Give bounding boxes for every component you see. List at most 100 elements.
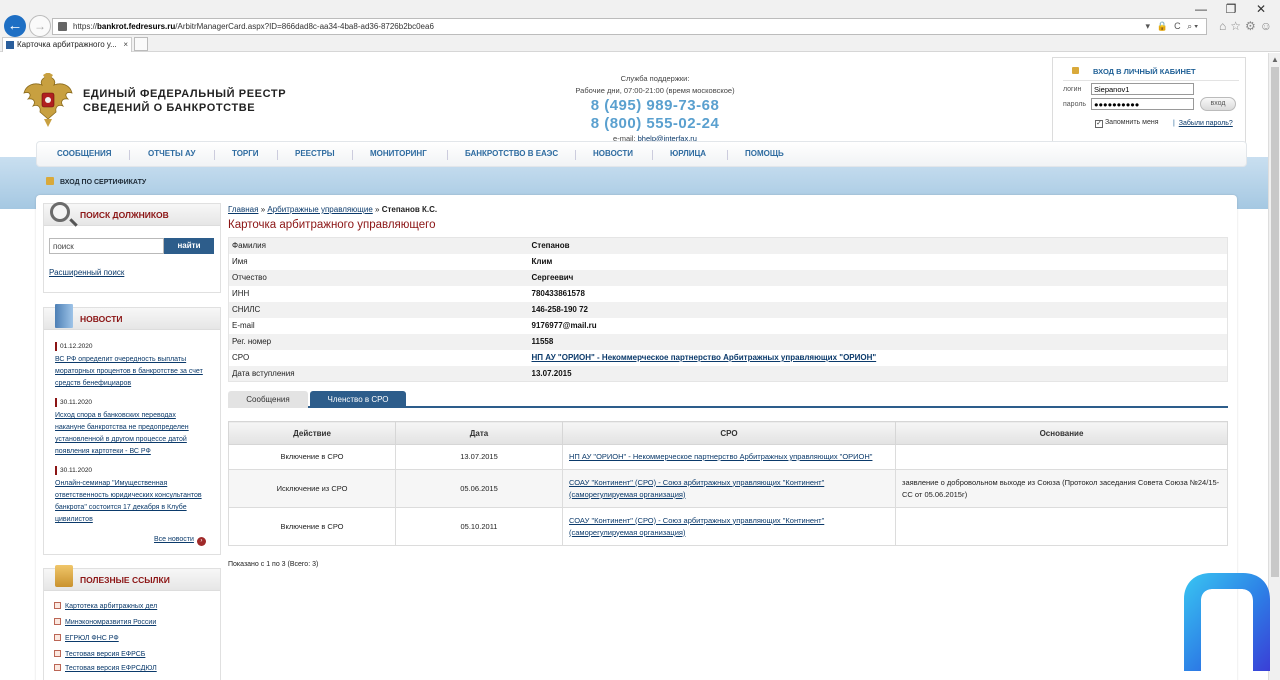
menu-messages[interactable]: СООБЩЕНИЯ bbox=[57, 149, 112, 158]
window-controls: — ❐ ✕ bbox=[1186, 2, 1276, 16]
scrollbar-thumb[interactable] bbox=[1271, 67, 1279, 577]
password-input[interactable] bbox=[1091, 98, 1194, 110]
url-text: https://bankrot.fedresurs.ru/ArbitrManag… bbox=[73, 22, 434, 31]
news-date: 01.12.2020 bbox=[55, 342, 205, 351]
menu-help[interactable]: ПОМОЩЬ bbox=[745, 149, 784, 158]
menu-divider bbox=[352, 150, 353, 160]
table-row: Включение в СРО 13.07.2015 НП АУ "ОРИОН"… bbox=[228, 444, 1228, 470]
menu-divider bbox=[652, 150, 653, 160]
widget-header: ПОИСК ДОЛЖНИКОВ bbox=[44, 202, 220, 226]
news-item: 30.11.2020 Исход спора в банковских пере… bbox=[55, 398, 205, 458]
external-link-icon bbox=[54, 664, 61, 671]
news-widget: НОВОСТИ 01.12.2020 ВС РФ определит очере… bbox=[43, 304, 221, 555]
news-date: 30.11.2020 bbox=[55, 466, 205, 475]
menu-monitoring[interactable]: МОНИТОРИНГ bbox=[370, 149, 427, 158]
menu-auctions[interactable]: ТОРГИ bbox=[232, 149, 259, 158]
news-item: 30.11.2020 Онлайн-семинар "Имущественная… bbox=[55, 466, 205, 526]
menu-registries[interactable]: РЕЕСТРЫ bbox=[295, 149, 335, 158]
breadcrumb-section[interactable]: Арбитражные управляющие bbox=[267, 205, 372, 214]
checkbox-checked-icon[interactable]: ✓ bbox=[1095, 120, 1103, 128]
news-item: 01.12.2020 ВС РФ определит очередность в… bbox=[55, 342, 205, 390]
browser-chrome: ← → https://bankrot.fedresurs.ru/ArbitrM… bbox=[0, 0, 1280, 52]
info-value: НП АУ "ОРИОН" - Некоммерческое партнерст… bbox=[529, 350, 1228, 366]
login-input[interactable] bbox=[1091, 83, 1194, 95]
breadcrumb-separator: » bbox=[375, 205, 380, 214]
cell-action: Исключение из СРО bbox=[228, 469, 396, 508]
sro-link[interactable]: СОАУ "Континент" (СРО) - Союз арбитражны… bbox=[569, 516, 824, 537]
useful-link-item: Тестовая версия ЕФРСДЮЛ bbox=[54, 664, 157, 672]
close-window-button[interactable]: ✕ bbox=[1246, 2, 1276, 16]
all-news-link[interactable]: Все новости › bbox=[154, 536, 206, 546]
breadcrumb-home[interactable]: Главная bbox=[228, 205, 258, 214]
main-panel: ПОИСК ДОЛЖНИКОВ найти Расширенный поиск … bbox=[36, 195, 1237, 680]
cell-reason: заявление о добровольном выходе из Союза… bbox=[895, 469, 1228, 508]
info-value: 9176977@mail.ru bbox=[531, 321, 597, 330]
widget-header: ПОЛЕЗНЫЕ ССЫЛКИ bbox=[44, 565, 220, 591]
menu-au-reports[interactable]: ОТЧЕТЫ АУ bbox=[148, 149, 195, 158]
password-label: пароль bbox=[1063, 101, 1087, 108]
address-tools[interactable]: ▾ 🔒 C ⌕▾ bbox=[1145, 19, 1200, 34]
info-row: E-mail 9176977@mail.ru bbox=[229, 318, 1228, 334]
menu-news[interactable]: НОВОСТИ bbox=[593, 149, 633, 158]
coat-of-arms-icon bbox=[23, 73, 73, 127]
sro-link[interactable]: НП АУ "ОРИОН" - Некоммерческое партнерст… bbox=[532, 353, 877, 362]
cell-date: 05.10.2011 bbox=[395, 507, 563, 546]
sro-membership-table: Действие Дата СРО Основание Включение в … bbox=[228, 421, 1228, 546]
tab-sro-membership[interactable]: Членство в СРО bbox=[310, 391, 406, 408]
useful-link[interactable]: Картотека арбитражных дел bbox=[65, 603, 157, 610]
support-label: Служба поддержки: bbox=[620, 74, 690, 83]
breadcrumb: Главная » Арбитражные управляющие » Степ… bbox=[228, 205, 437, 214]
useful-link[interactable]: Минэкономразвития России bbox=[65, 619, 156, 626]
page-icon bbox=[58, 22, 67, 31]
menu-divider bbox=[214, 150, 215, 160]
back-button[interactable]: ← bbox=[4, 15, 26, 37]
useful-link[interactable]: ЕГРЮЛ ФНС РФ bbox=[65, 635, 119, 642]
search-input[interactable] bbox=[49, 238, 164, 254]
info-value: Сергеевич bbox=[528, 269, 1228, 286]
new-tab-button[interactable] bbox=[134, 37, 148, 51]
sro-link[interactable]: СОАУ "Континент" (СРО) - Союз арбитражны… bbox=[569, 478, 824, 499]
favicon-icon bbox=[6, 41, 14, 49]
lock-icon bbox=[46, 177, 54, 185]
info-value: 780433861578 bbox=[531, 289, 585, 298]
remember-me-checkbox[interactable]: ✓ Запомнить меня bbox=[1095, 119, 1159, 128]
browser-tab[interactable]: Карточка арбитражного у... × bbox=[2, 37, 132, 52]
useful-link[interactable]: Тестовая версия ЕФРСБ bbox=[65, 651, 145, 658]
news-link[interactable]: Онлайн-семинар "Имущественная ответствен… bbox=[55, 478, 205, 526]
support-info: Служба поддержки: Рабочие дни, 07:00-21:… bbox=[560, 73, 750, 145]
search-button[interactable]: найти bbox=[164, 238, 214, 254]
column-header-action: Действие bbox=[228, 421, 396, 445]
forgot-password-anchor[interactable]: Забыли пароль? bbox=[1179, 120, 1233, 127]
info-label: Отчество bbox=[228, 269, 529, 286]
info-row: Дата вступления 13.07.2015 bbox=[228, 365, 1228, 382]
external-link-icon bbox=[54, 650, 61, 657]
sro-link[interactable]: НП АУ "ОРИОН" - Некоммерческое партнерст… bbox=[569, 452, 872, 461]
column-header-date: Дата bbox=[395, 421, 563, 445]
forgot-password-link: | Забыли пароль? bbox=[1173, 120, 1233, 127]
minimize-button[interactable]: — bbox=[1186, 2, 1216, 16]
advanced-search-link[interactable]: Расширенный поиск bbox=[49, 268, 124, 277]
menu-legal-entities[interactable]: ЮРЛИЦА bbox=[670, 149, 706, 158]
pagination-summary: Показано с 1 по 3 (Всего: 3) bbox=[228, 561, 319, 568]
toolbar-icons[interactable]: ⌂☆⚙☺ bbox=[1219, 19, 1276, 33]
forward-button[interactable]: → bbox=[29, 15, 51, 37]
news-link[interactable]: ВС РФ определит очередность выплаты мора… bbox=[55, 354, 205, 390]
menu-eaeu[interactable]: БАНКРОТСТВО В ЕАЭС bbox=[465, 149, 558, 158]
tab-messages[interactable]: Сообщения bbox=[228, 391, 308, 408]
tab-close-icon[interactable]: × bbox=[123, 38, 128, 52]
news-link[interactable]: Исход спора в банковских переводах накан… bbox=[55, 410, 205, 458]
info-label: ИНН bbox=[232, 289, 250, 298]
scroll-up-icon[interactable]: ▲ bbox=[1271, 55, 1279, 64]
useful-link-item: Минэкономразвития России bbox=[54, 618, 156, 626]
address-bar[interactable]: https://bankrot.fedresurs.ru/ArbitrManag… bbox=[52, 18, 1207, 35]
useful-link[interactable]: Тестовая версия ЕФРСДЮЛ bbox=[65, 665, 157, 672]
breadcrumb-current: Степанов К.С. bbox=[381, 205, 438, 214]
restore-button[interactable]: ❐ bbox=[1216, 2, 1246, 16]
info-label: Имя bbox=[232, 257, 248, 266]
breadcrumb-separator: » bbox=[260, 205, 266, 214]
lock-icon bbox=[1072, 67, 1079, 74]
certificate-login[interactable]: ВХОД ПО СЕРТИФИКАТУ bbox=[46, 177, 146, 186]
cell-sro: СОАУ "Континент" (СРО) - Союз арбитражны… bbox=[562, 507, 896, 546]
login-button[interactable]: вход bbox=[1200, 97, 1236, 111]
useful-link-item: Тестовая версия ЕФРСБ bbox=[54, 650, 145, 658]
